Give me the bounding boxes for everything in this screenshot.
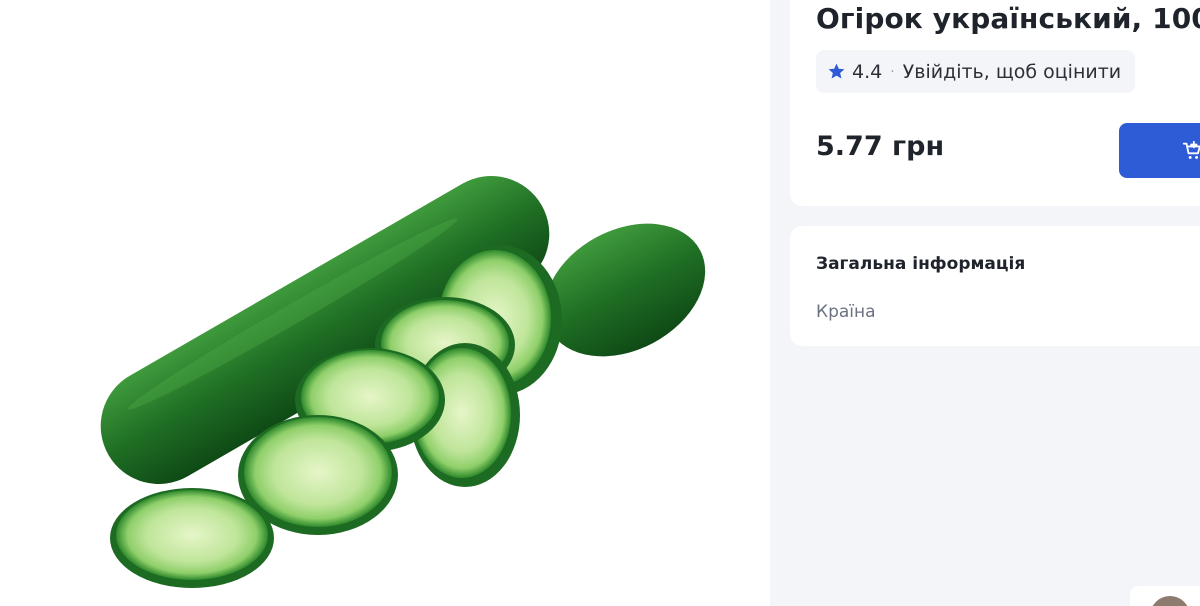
cucumber-illustration xyxy=(100,176,706,588)
login-to-rate-link[interactable]: Увійдіть, щоб оцінити xyxy=(903,61,1121,83)
product-price: 5.77 грн xyxy=(816,131,945,162)
add-to-cart-icon xyxy=(1182,140,1200,159)
product-image[interactable] xyxy=(0,0,770,606)
general-info-card xyxy=(790,226,1200,346)
star-icon xyxy=(828,63,845,79)
rating-pill[interactable]: 4.4 · Увійдіть, щоб оцінити xyxy=(816,50,1135,93)
general-info-heading: Загальна інформація xyxy=(816,254,1026,274)
rating-separator: · xyxy=(890,63,895,80)
country-label: Країна xyxy=(816,302,876,322)
rating-value: 4.4 xyxy=(852,60,883,83)
add-to-cart-button[interactable] xyxy=(1119,123,1200,178)
product-title: Огірок український, 100г xyxy=(816,2,1200,35)
